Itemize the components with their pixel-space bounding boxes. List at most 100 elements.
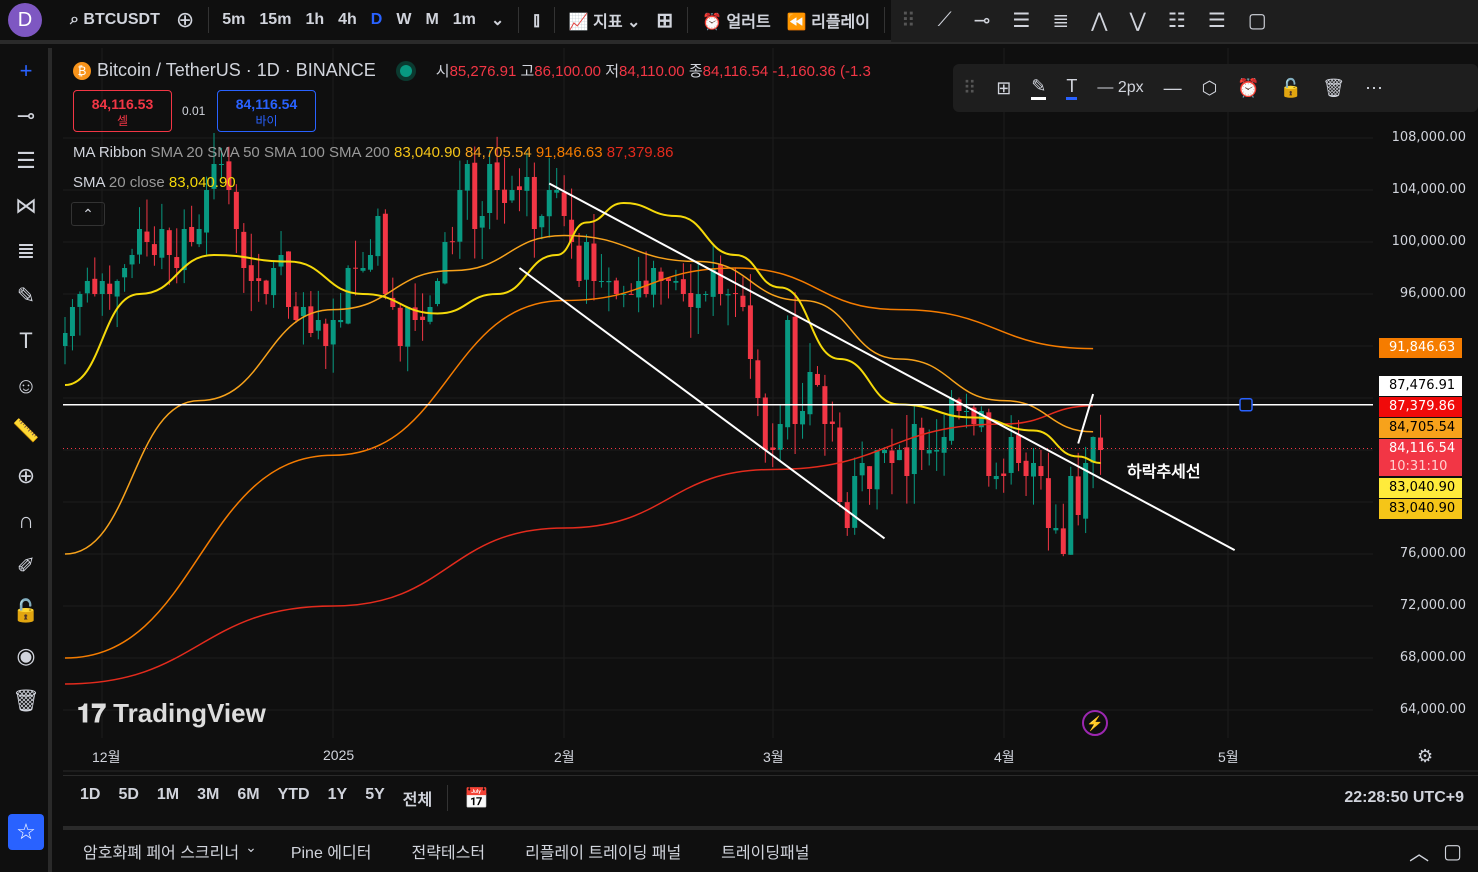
- bottom-tab[interactable]: 전략테스터: [391, 839, 505, 863]
- candle-body: [241, 231, 247, 268]
- fib-icon[interactable]: ☰: [1012, 8, 1030, 33]
- eye-icon[interactable]: ◉: [0, 633, 52, 678]
- candle-body: [69, 307, 75, 336]
- interval-5m[interactable]: 5m: [215, 11, 252, 29]
- interval-1h[interactable]: 1h: [298, 11, 331, 29]
- lock-drawing-icon[interactable]: ✐: [0, 543, 52, 588]
- candle-body: [516, 186, 522, 190]
- maximize-icon[interactable]: ▢: [1443, 839, 1478, 864]
- time-axis-label: 5월: [1218, 749, 1239, 765]
- range-3M[interactable]: 3M: [188, 786, 228, 810]
- indicators-button[interactable]: 📈 지표 ⌄: [561, 8, 649, 32]
- lock-icon[interactable]: 🔓: [1280, 78, 1302, 99]
- layouts-icon[interactable]: ⊞: [648, 8, 681, 33]
- add-symbol-button[interactable]: ⊕: [168, 7, 202, 33]
- abc-pattern-icon[interactable]: ⋁: [1130, 8, 1146, 33]
- candle-body: [129, 255, 135, 265]
- drag-handle-icon[interactable]: ⠿: [901, 8, 916, 33]
- magnet-icon[interactable]: ∩: [0, 498, 52, 543]
- line-color-icon[interactable]: ✎: [1031, 76, 1047, 100]
- price-tag: 91,846.63: [1379, 338, 1462, 358]
- price-axis-label: 96,000.00: [1399, 286, 1466, 301]
- chevron-down-icon[interactable]: ⌄: [483, 10, 512, 30]
- range-1Y[interactable]: 1Y: [319, 786, 357, 810]
- text-icon[interactable]: T: [0, 318, 52, 363]
- candle-body: [695, 294, 701, 308]
- candle-body: [1053, 528, 1059, 531]
- favorites-button[interactable]: ☆: [8, 814, 44, 850]
- sell-button[interactable]: 84,116.53 셀: [73, 90, 172, 132]
- calendar-icon[interactable]: 📅: [454, 786, 499, 811]
- chart-area[interactable]: ₿ Bitcoin / TetherUS · 1D · BINANCE 시85,…: [63, 48, 1478, 773]
- drag-handle-icon[interactable]: ⠿: [963, 78, 976, 99]
- ruler-icon[interactable]: 📏: [0, 408, 52, 453]
- more-icon[interactable]: ⋯: [1365, 78, 1383, 99]
- interval-15m[interactable]: 15m: [252, 11, 298, 29]
- interval-M[interactable]: M: [418, 11, 445, 29]
- candle-body: [99, 281, 105, 295]
- buy-button[interactable]: 84,116.54 바이: [217, 90, 316, 132]
- forecast-icon[interactable]: ≣: [0, 228, 52, 273]
- bottom-tab[interactable]: 리플레이 트레이딩 패널: [505, 839, 701, 863]
- symbol-search[interactable]: ⌕ BTCUSDT: [62, 11, 168, 29]
- settings-icon[interactable]: ⬡: [1202, 78, 1218, 99]
- trash-icon[interactable]: 🗑: [0, 678, 52, 723]
- interval-D[interactable]: D: [364, 11, 390, 29]
- line-style-icon[interactable]: —: [1164, 78, 1182, 99]
- interval-1m[interactable]: 1m: [446, 11, 483, 29]
- range-5D[interactable]: 5D: [109, 786, 147, 810]
- interval-4h[interactable]: 4h: [331, 11, 364, 29]
- range-1M[interactable]: 1M: [148, 786, 188, 810]
- settings-lines-icon[interactable]: ☷: [1168, 8, 1186, 33]
- replay-button[interactable]: ⏪ 리플레이: [779, 8, 878, 32]
- text-color-icon[interactable]: T: [1066, 76, 1078, 100]
- trend-line-icon[interactable]: ⟋: [938, 9, 952, 32]
- emoji-icon[interactable]: ☺: [0, 363, 52, 408]
- candle-body: [986, 412, 992, 476]
- avatar[interactable]: D: [8, 3, 42, 37]
- star-icon: ☆: [16, 819, 36, 844]
- range-6M[interactable]: 6M: [228, 786, 268, 810]
- template-icon[interactable]: ⊞: [996, 78, 1011, 99]
- window-icon[interactable]: ▢: [1248, 8, 1267, 33]
- clock[interactable]: 22:28:50 UTC+9: [1344, 789, 1464, 807]
- bottom-tab[interactable]: 트레이딩패널: [701, 839, 829, 863]
- candle-body: [114, 281, 120, 297]
- ma-ribbon-legend[interactable]: MA Ribbon SMA 20 SMA 50 SMA 100 SMA 200 …: [73, 144, 673, 161]
- alerts-button[interactable]: ⏰ 얼러트: [694, 8, 779, 32]
- ribbon-params: SMA 20 SMA 50 SMA 100 SMA 200: [150, 144, 390, 161]
- candle-body: [852, 476, 858, 528]
- open-label: 시: [435, 63, 450, 80]
- bottom-tab[interactable]: Pine 에디터: [271, 839, 392, 863]
- unlock-icon[interactable]: 🔓: [0, 588, 52, 633]
- fib-retracement-icon[interactable]: ☰: [0, 138, 52, 183]
- horizontal-ray-icon[interactable]: ⊸: [974, 8, 991, 33]
- chevron-down-icon[interactable]: ⌄: [245, 839, 257, 863]
- lightning-icon[interactable]: ⚡: [1082, 710, 1108, 736]
- bottom-tab[interactable]: 암호화폐 페어 스크리너: [63, 839, 259, 863]
- brush-icon[interactable]: ✎: [0, 273, 52, 318]
- chevron-up-icon[interactable]: ︿: [1395, 837, 1443, 866]
- crosshair-icon[interactable]: +: [0, 48, 52, 93]
- alert-add-icon[interactable]: ⏰: [1237, 78, 1259, 99]
- pattern-icon[interactable]: ⋈: [0, 183, 52, 228]
- range-YTD[interactable]: YTD: [269, 786, 319, 810]
- range-1D[interactable]: 1D: [71, 786, 109, 810]
- line-width-button[interactable]: — 2px: [1097, 79, 1143, 97]
- elliott-wave-icon[interactable]: ⋀: [1091, 8, 1107, 33]
- range-5Y[interactable]: 5Y: [356, 786, 394, 810]
- fib-channel-icon[interactable]: ≣: [1052, 8, 1069, 33]
- candle-body: [137, 229, 142, 255]
- candle-body: [1023, 460, 1029, 476]
- range-전체[interactable]: 전체: [394, 786, 441, 810]
- interval-W[interactable]: W: [389, 11, 418, 29]
- settings-icon[interactable]: ⚙: [1417, 746, 1433, 767]
- sma-legend[interactable]: SMA 20 close 83,040.90: [73, 174, 236, 191]
- delete-icon[interactable]: 🗑: [1322, 78, 1345, 99]
- sliders-icon[interactable]: ☰: [1208, 8, 1226, 33]
- zoom-in-icon[interactable]: ⊕: [0, 453, 52, 498]
- candle-body: [494, 162, 500, 190]
- candle-style-icon[interactable]: ⫾: [525, 9, 547, 32]
- horizontal-line-icon[interactable]: ⊸: [0, 93, 52, 138]
- collapse-legend-button[interactable]: ⌃: [71, 202, 105, 226]
